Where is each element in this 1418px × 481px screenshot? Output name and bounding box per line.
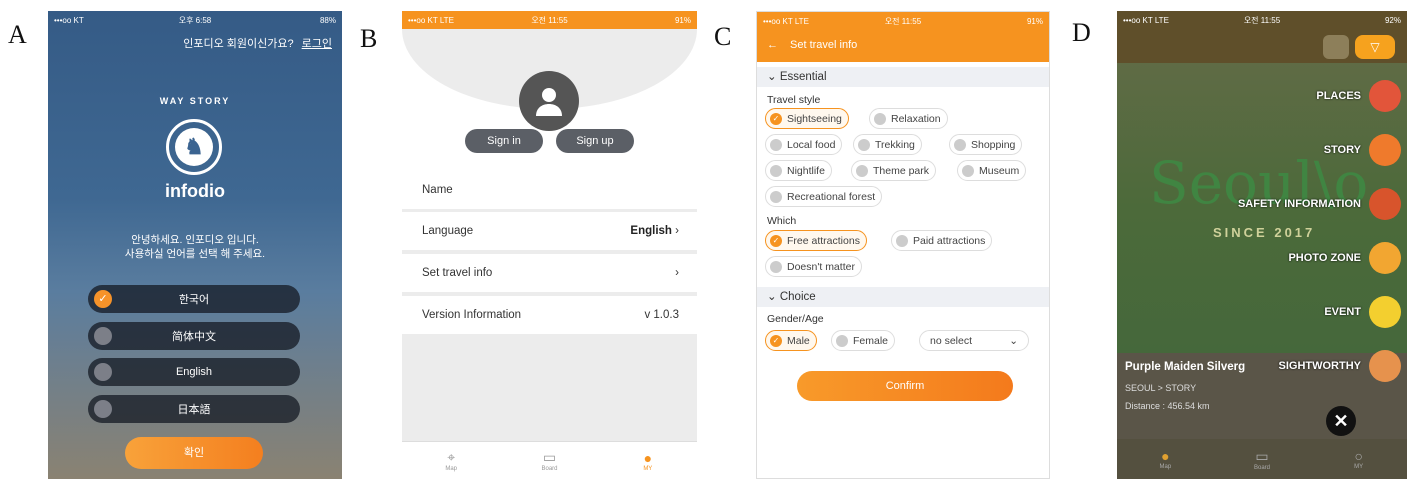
panel-label-a: A [8,20,27,49]
chip-museum[interactable]: Museum [957,160,1027,181]
list-view-icon[interactable] [1323,35,1349,59]
tab-bar: ● Map ▭ Board ○ MY [1117,439,1407,479]
panel-label-b: B [360,24,378,53]
chevron-down-icon: ⌄ [1009,334,1018,347]
tab-map[interactable]: ⌖ Map [402,442,500,479]
chip-sightseeing[interactable]: ✓ Sightseeing [765,108,849,129]
avatar-icon [519,71,579,131]
map-pin-icon: ⌖ [447,449,456,465]
top-bar: •••oo KT LTE 오전 11:55 92% ▽ [1117,11,1407,63]
which-label: Which [767,215,797,227]
menu-event[interactable]: EVENT [1324,296,1401,328]
profile-header: Sign in Sign up [402,29,697,179]
filter-icon[interactable]: ▽ [1355,35,1395,59]
menu-safety-information[interactable]: SAFETY INFORMATION [1238,188,1401,220]
radio-icon [94,363,112,381]
language-option[interactable]: English [88,358,300,386]
settings-row-version: Version Information v 1.0.3 [402,296,697,334]
sightworthy-icon [1369,350,1401,382]
chip-female[interactable]: Female [831,330,896,351]
chevron-right-icon: › [675,267,679,279]
settings-row-name[interactable]: Name [402,171,697,209]
my-page-screen: •••oo KT LTE 오전 11:55 91% Sign in Sign u… [402,11,697,479]
person-icon: ○ [1354,448,1363,464]
login-link[interactable]: 로그인 [302,38,332,50]
panel-label-d: D [1072,18,1091,47]
chip-shopping[interactable]: Shopping [949,134,1023,155]
menu-photo-zone[interactable]: PHOTO ZONE [1288,242,1401,274]
menu-story[interactable]: STORY [1324,134,1401,166]
confirm-button[interactable]: 확인 [125,437,263,469]
sign-in-button[interactable]: Sign in [465,129,543,153]
status-bar: •••oo KT 오후 6:58 88% [54,15,336,26]
tab-board[interactable]: ▭ Board [500,442,598,479]
status-bar: •••oo KT LTE 오전 11:55 91% [402,11,697,29]
chip-nightlife[interactable]: Nightlife [765,160,832,181]
sign-up-button[interactable]: Sign up [556,129,634,153]
chip-trekking[interactable]: Trekking [853,134,922,155]
chip-recreational-forest[interactable]: Recreational forest [765,186,883,207]
person-icon: ● [643,449,653,466]
menu-places[interactable]: PLACES [1316,80,1401,112]
panel-label-c: C [714,22,732,51]
chip-local-food[interactable]: Local food [765,134,843,155]
app-logo: ♞ [166,119,222,175]
section-essential[interactable]: ⌄ Essential [757,67,1049,87]
tab-board[interactable]: ▭ Board [1214,439,1311,479]
language-option[interactable]: ✓ 한국어 [88,285,300,313]
board-icon: ▭ [542,449,557,465]
close-icon[interactable]: ✕ [1326,406,1356,436]
map-menu-screen: •••oo KT LTE 오전 11:55 92% ▽ Seoul\o SINC… [1117,11,1407,479]
tab-bar: ⌖ Map ▭ Board ● MY [402,441,697,479]
radio-icon [94,400,112,418]
chip-male[interactable]: ✓ Male [765,330,817,351]
travel-style-label: Travel style [767,94,821,106]
language-select-screen: •••oo KT 오후 6:58 88% 인포디오 회원이신가요? 로그인 WAY… [48,11,342,479]
story-icon [1369,134,1401,166]
back-arrow-icon[interactable]: ← [767,39,778,51]
event-icon [1369,296,1401,328]
chip-paid-attractions[interactable]: Paid attractions [891,230,993,251]
map-pin-icon: ● [1161,448,1170,464]
language-option[interactable]: 简体中文 [88,322,300,350]
photo-zone-icon [1369,242,1401,274]
login-prompt: 인포디오 회원이신가요? 로그인 [183,38,332,50]
chip-theme-park[interactable]: Theme park [851,160,937,181]
confirm-button[interactable]: Confirm [797,371,1013,401]
chevron-down-icon: ⌄ [767,291,777,303]
gender-age-label: Gender/Age [767,313,824,325]
app-name: infodio [165,181,225,201]
radio-icon [94,327,112,345]
safety-icon [1369,188,1401,220]
chip-free-attractions[interactable]: ✓ Free attractions [765,230,867,251]
section-choice[interactable]: ⌄ Choice [757,287,1049,307]
language-option[interactable]: 日本語 [88,395,300,423]
chip-doesnt-matter[interactable]: Doesn't matter [765,256,862,277]
settings-row-language[interactable]: Language English › [402,212,697,250]
chevron-down-icon: ⌄ [767,71,777,83]
tab-my[interactable]: ○ MY [1310,439,1407,479]
age-select[interactable]: no select ⌄ [919,330,1029,351]
settings-row-travel-info[interactable]: Set travel info › [402,254,697,292]
places-icon [1369,80,1401,112]
radio-checked-icon: ✓ [94,290,112,308]
menu-sightworthy[interactable]: SIGHTWORTHY [1279,350,1401,382]
travel-info-screen: •••oo KT LTE 오전 11:55 91% ← Set travel in… [756,11,1050,479]
tab-map[interactable]: ● Map [1117,439,1214,479]
chevron-right-icon: › [675,225,679,237]
page-title: ← Set travel info [767,39,858,51]
map-since-text: SINCE 2017 [1213,225,1316,240]
status-bar: •••oo KT LTE 오전 11:55 91% [763,16,1043,27]
tab-my[interactable]: ● MY [599,442,697,479]
board-icon: ▭ [1255,447,1269,464]
status-bar: •••oo KT LTE 오전 11:55 92% [1123,15,1401,26]
greeting-text: 안녕하세요. 인포디오 입니다. 사용하실 언어를 선택 해 주세요. [124,234,266,260]
brand-name: WAY STORY [159,96,231,106]
chip-relaxation[interactable]: Relaxation [869,108,948,129]
